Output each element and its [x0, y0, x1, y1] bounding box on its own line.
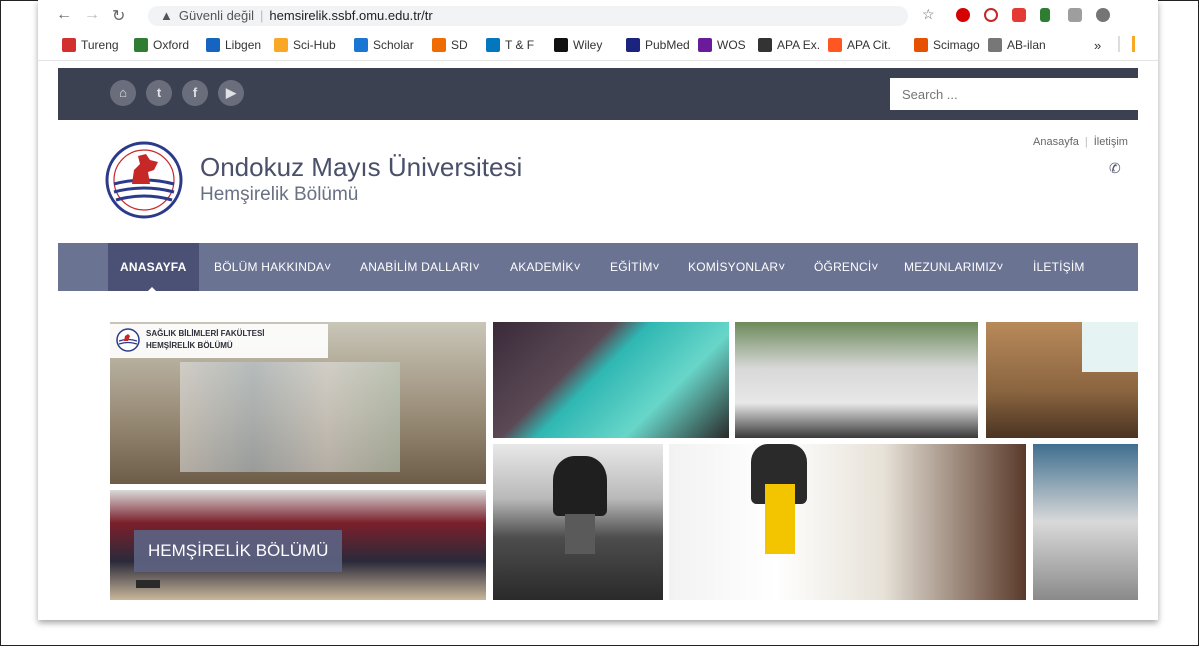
bookmark-label: Scholar	[373, 38, 414, 52]
bookmarks-more-button[interactable]: »	[1094, 36, 1101, 54]
bookmark-10[interactable]: APA Ex.	[758, 36, 820, 54]
address-row: ← → ↻ ▲ Güvenli değil | hemsirelik.ssbf.omu…	[38, 0, 1158, 30]
scholar-icon	[354, 38, 368, 52]
photo-conference-hall	[986, 322, 1138, 438]
scimago-icon	[914, 38, 928, 52]
bookmark-label: AB-ilan	[1007, 38, 1046, 52]
photo-students-selfie	[1033, 444, 1138, 600]
bookmark-13[interactable]: AB-ilan	[988, 36, 1046, 54]
oxford-icon	[134, 38, 148, 52]
bookmark-8[interactable]: PubMed	[626, 36, 690, 54]
site-title[interactable]: Ondokuz Mayıs Üniversitesi	[200, 152, 522, 183]
bookmark-label: Sci-Hub	[293, 38, 336, 52]
pocket-extension-icon[interactable]	[984, 8, 998, 22]
bookmarks-divider	[1118, 36, 1120, 52]
warning-icon: ▲	[160, 8, 173, 23]
site-topbar: ⌂ tf ▶	[58, 68, 1138, 120]
bookmark-11[interactable]: APA Cit.	[828, 36, 891, 54]
forward-icon[interactable]: →	[84, 6, 100, 24]
bookmark-12[interactable]: Scimago	[914, 36, 980, 54]
bookmark-label: SD	[451, 38, 468, 52]
department-name: HEMŞİRELİK BÖLÜMÜ	[146, 341, 233, 350]
tureng-icon	[62, 38, 76, 52]
site-subtitle[interactable]: Hemşirelik Bölümü	[200, 184, 358, 206]
bookmark-7[interactable]: Wiley	[554, 36, 602, 54]
faculty-logo	[116, 328, 140, 352]
bookmark-0[interactable]: Tureng	[62, 36, 119, 54]
bookmark-label: Oxford	[153, 38, 190, 52]
security-label: Güvenli değil	[178, 8, 255, 23]
crown-extension-icon[interactable]	[1012, 8, 1026, 22]
photo-seminar-presentation	[493, 322, 729, 438]
ab-ilan-icon	[988, 38, 1002, 52]
bookmark-label: APA Cit.	[847, 38, 891, 52]
address-bar[interactable]: ▲ Güvenli değil | hemsirelik.ssbf.omu.edu.t…	[148, 6, 908, 26]
active-nav-indicator	[146, 287, 158, 293]
university-logo	[105, 141, 183, 219]
bookmark-1[interactable]: Oxford	[134, 36, 189, 54]
bookmark-4[interactable]: Scholar	[354, 36, 414, 54]
reload-icon[interactable]: ↻	[112, 6, 125, 26]
wiley-icon	[554, 38, 568, 52]
bookmark-2[interactable]: Libgen	[206, 36, 261, 54]
photo-students-studying	[669, 444, 1026, 600]
nav-item-8[interactable]: İLETİŞİM	[1033, 243, 1085, 291]
photo-ataturk-monument	[493, 444, 663, 600]
bookmark-3[interactable]: Sci-Hub	[274, 36, 336, 54]
bookmarks-bar: » Tureng Oxford Libgen Sci-Hub Scholar SD T & …	[38, 30, 1158, 61]
bookmark-5[interactable]: SD	[432, 36, 468, 54]
nav-item-1[interactable]: BÖLÜM HAKKINDA˅	[214, 243, 331, 291]
scihub-icon	[274, 38, 288, 52]
slider-indicator[interactable]	[136, 580, 160, 588]
photo-students-group	[735, 322, 978, 438]
nav-item-7[interactable]: MEZUNLARIMIZ˅	[904, 243, 1004, 291]
bookmark-label: Tureng	[81, 38, 119, 52]
bookmark-label: PubMed	[645, 38, 690, 52]
bookmark-extension-icon[interactable]	[1040, 8, 1050, 22]
bookmark-6[interactable]: T & F	[486, 36, 534, 54]
faculty-name: SAĞLIK BİLİMLERİ FAKÜLTESİ	[146, 329, 265, 338]
phone-icon[interactable]: ✆	[1109, 160, 1121, 177]
top-links: Anasayfa | İletişim	[1033, 136, 1128, 148]
main-navigation: ANASAYFA BÖLÜM HAKKINDA˅ ANABİLİM DALLARI˅…	[58, 243, 1138, 291]
nav-item-5[interactable]: KOMİSYONLAR˅	[688, 243, 785, 291]
contact-link[interactable]: İletişim	[1094, 136, 1128, 148]
browser-window: ← → ↻ ▲ Güvenli değil | hemsirelik.ssbf.omu…	[38, 0, 1158, 620]
bookmark-label: APA Ex.	[777, 38, 821, 52]
bookmark-9[interactable]: WOS	[698, 36, 746, 54]
slider-caption[interactable]: HEMŞİRELİK BÖLÜMÜ	[134, 530, 343, 572]
search-input[interactable]	[890, 78, 1138, 110]
tandf-icon	[486, 38, 500, 52]
facebook-icon[interactable]: f	[182, 80, 208, 106]
wos-icon	[698, 38, 712, 52]
youtube-icon[interactable]: ▶	[218, 80, 244, 106]
bookmark-label: Libgen	[225, 38, 262, 52]
reader-extension-icon[interactable]	[1068, 8, 1082, 22]
bookmark-label: WOS	[717, 38, 746, 52]
bookmark-label: Wiley	[573, 38, 603, 52]
libgen-icon	[206, 38, 220, 52]
faculty-badge: SAĞLIK BİLİMLERİ FAKÜLTESİ HEMŞİRELİK BÖ…	[110, 324, 328, 358]
apa-ex-icon	[758, 38, 772, 52]
nav-item-0[interactable]: ANASAYFA	[108, 243, 199, 291]
star-icon[interactable]: ☆	[922, 6, 935, 23]
nav-item-2[interactable]: ANABİLİM DALLARI˅	[360, 243, 480, 291]
home-link[interactable]: Anasayfa	[1033, 136, 1079, 148]
pubmed-icon	[626, 38, 640, 52]
bookmark-label: Scimago	[933, 38, 980, 52]
folder-icon[interactable]	[1132, 36, 1135, 52]
twitter-icon[interactable]: t	[146, 80, 172, 106]
home-icon[interactable]: ⌂	[110, 80, 136, 106]
bookmark-label: T & F	[505, 38, 535, 52]
nav-item-6[interactable]: ÖĞRENCİ˅	[814, 243, 879, 291]
opera-extension-icon[interactable]	[956, 8, 970, 22]
sciencedirect-icon	[432, 38, 446, 52]
apa-cit-icon	[828, 38, 842, 52]
nav-item-4[interactable]: EĞİTİM˅	[610, 243, 660, 291]
nav-item-3[interactable]: AKADEMİK˅	[510, 243, 581, 291]
profile-extension-icon[interactable]	[1096, 8, 1110, 22]
back-icon[interactable]: ←	[56, 6, 72, 24]
url-text: hemsirelik.ssbf.omu.edu.tr/tr	[269, 8, 433, 23]
